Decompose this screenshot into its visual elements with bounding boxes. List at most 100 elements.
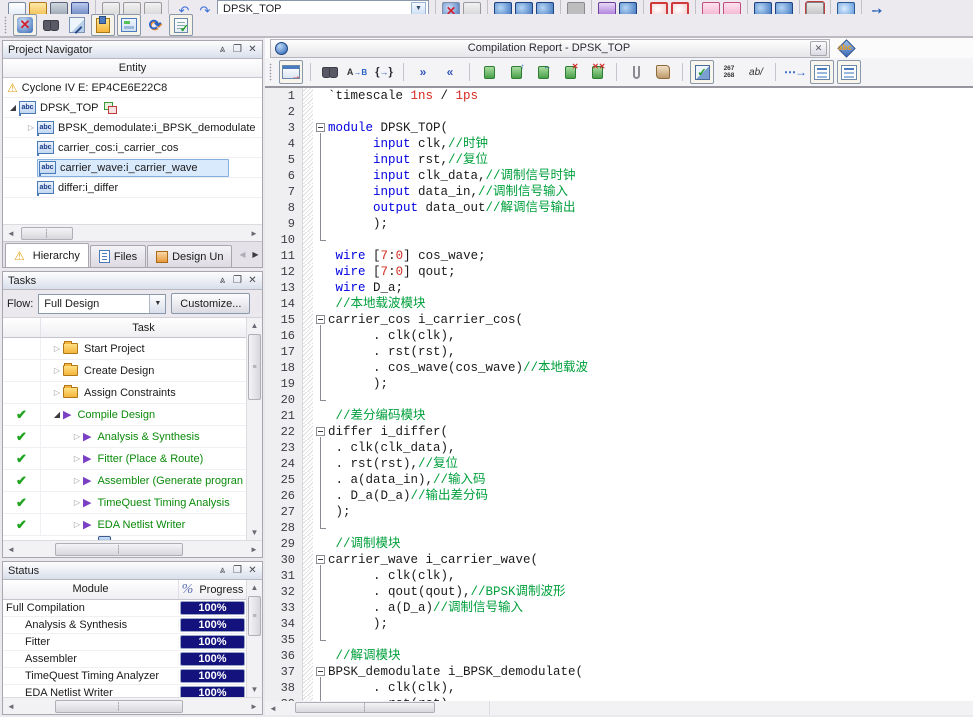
attach-note-icon[interactable]	[624, 60, 648, 84]
sphere-1-icon[interactable]	[494, 2, 512, 14]
forward-icon[interactable]: ➙	[868, 2, 886, 14]
save-all-icon[interactable]	[71, 2, 89, 14]
customize-button[interactable]: Customize...	[171, 293, 250, 314]
flow-combobox[interactable]: Full Design ▼	[38, 294, 166, 314]
bookmark-clear-all-icon[interactable]: ✕✕	[585, 60, 609, 84]
scroll-right-icon[interactable]: ►	[246, 226, 262, 241]
task-row[interactable]: ▷Assign Constraints	[3, 382, 246, 404]
fold-marker-icon[interactable]	[313, 664, 328, 680]
tree-arrow-icon[interactable]: ▷	[71, 476, 83, 485]
fold-marker-icon[interactable]	[313, 312, 328, 328]
status-row[interactable]: Analysis & Synthesis100%	[3, 617, 246, 634]
scroll-thumb[interactable]: ┆	[21, 227, 73, 240]
status-hscrollbar[interactable]: ◄ ┆ ►	[3, 697, 262, 714]
toolbar-grip[interactable]	[3, 16, 8, 34]
sphere-5-icon[interactable]	[775, 2, 793, 14]
scroll-left-icon[interactable]: ◄	[3, 226, 19, 241]
tree-arrow-icon[interactable]: ◢	[51, 410, 63, 419]
tree-item[interactable]: abcdiffer:i_differ	[3, 178, 262, 198]
save-icon[interactable]	[50, 2, 68, 14]
task-row[interactable]: ✔▷▶TimeQuest Timing Analysis	[3, 492, 246, 514]
tree-arrow-icon[interactable]: ▷	[51, 344, 63, 353]
close-icon[interactable]: ✕	[245, 43, 260, 57]
compilation-report-titlebar[interactable]: Compilation Report - DPSK_TOP ✕	[270, 39, 830, 58]
tree-item[interactable]: ◢abcDPSK_TOP	[3, 98, 262, 118]
scroll-thumb[interactable]: ┆	[55, 700, 183, 713]
scroll-thumb[interactable]: ≡	[248, 334, 261, 400]
scroll-thumb[interactable]: ┆	[295, 702, 435, 713]
scroll-thumb[interactable]: ┆	[55, 543, 183, 556]
status-row[interactable]: TimeQuest Timing Analyzer100%	[3, 668, 246, 685]
find-icon[interactable]	[39, 14, 63, 36]
tasks-vscrollbar[interactable]: ▲ ≡ ▼	[246, 318, 262, 540]
report-format-2-icon[interactable]	[837, 60, 861, 84]
tab-hierarchy[interactable]: ⚠Hierarchy	[5, 243, 89, 267]
tasks-hscrollbar[interactable]: ◄ ┆ ►	[3, 540, 262, 557]
editor-window-icon[interactable]	[279, 60, 303, 84]
task-row[interactable]: ✔▷▶Analysis & Synthesis	[3, 426, 246, 448]
brace-match-icon[interactable]: {→}	[372, 60, 396, 84]
pin-icon[interactable]: ⩓	[215, 43, 230, 57]
status-row[interactable]: Assembler100%	[3, 651, 246, 668]
sphere-4-icon[interactable]	[754, 2, 772, 14]
sphere-3-icon[interactable]	[536, 2, 554, 14]
attach-icon[interactable]	[102, 2, 120, 14]
editor-window-abc-icon[interactable]	[838, 40, 854, 56]
notes-icon[interactable]	[91, 14, 115, 36]
bookmark-prev-icon[interactable]: ←	[531, 60, 555, 84]
comment-slash-icon[interactable]: ab/	[744, 60, 768, 84]
tree-arrow-icon[interactable]: ▷	[51, 388, 63, 397]
bookmark-icon[interactable]	[477, 60, 501, 84]
programmer-icon[interactable]	[598, 2, 616, 14]
tab-scroll-left-icon[interactable]: ◀	[236, 245, 249, 265]
report-format-icon[interactable]	[810, 60, 834, 84]
pin-small-icon[interactable]	[463, 2, 481, 14]
check-syntax-icon[interactable]: ✓	[690, 60, 714, 84]
scroll-down-icon[interactable]: ▼	[247, 682, 262, 697]
tree-arrow-icon[interactable]: ▷	[51, 366, 63, 375]
replace-icon[interactable]: A→B	[345, 60, 369, 84]
task-row[interactable]: ✔▷▶EDA Netlist Writer	[3, 514, 246, 536]
tab-scroll-right-icon[interactable]: ▶	[249, 245, 262, 265]
status-vscrollbar[interactable]: ▲ ≡ ▼	[246, 580, 262, 697]
paste-block-icon[interactable]	[144, 2, 162, 14]
close-icon[interactable]: ✕	[810, 41, 827, 56]
status-row[interactable]: Fitter100%	[3, 634, 246, 651]
float-icon[interactable]: ❐	[230, 274, 245, 288]
fold-marker-icon[interactable]	[313, 552, 328, 568]
float-icon[interactable]: ❐	[230, 564, 245, 578]
refresh-icon[interactable]: ⟳	[143, 14, 167, 36]
assign-check-icon[interactable]	[619, 2, 637, 14]
editor-hscrollbar[interactable]: ◄ ┆	[265, 701, 490, 715]
waveform-1-icon[interactable]	[702, 2, 720, 14]
find-icon[interactable]	[318, 60, 342, 84]
new-file-icon[interactable]	[8, 2, 26, 14]
scroll-left-icon[interactable]: ◄	[3, 542, 19, 557]
copy-block-icon[interactable]	[123, 2, 141, 14]
tree-item[interactable]: abccarrier_wave:i_carrier_wave	[3, 158, 262, 178]
collapse-arrow-icon[interactable]: ▷	[25, 123, 37, 132]
bookmark-clear-icon[interactable]: ✕	[558, 60, 582, 84]
scroll-left-icon[interactable]: ◄	[265, 702, 281, 715]
tree-arrow-icon[interactable]: ▷	[71, 520, 83, 529]
redo-icon[interactable]: ↷	[196, 2, 214, 14]
insert-template-icon[interactable]	[651, 60, 675, 84]
scroll-up-icon[interactable]: ▲	[247, 580, 262, 595]
task-row[interactable]: ✔▷▶Fitter (Place & Route)	[3, 448, 246, 470]
fold-marker-icon[interactable]	[313, 424, 328, 440]
task-row[interactable]: ✔▷▶Assembler (Generate progran	[3, 470, 246, 492]
scroll-up-icon[interactable]: ▲	[247, 318, 262, 333]
fold-marker-icon[interactable]	[313, 120, 328, 136]
timing-clock-2-icon[interactable]	[671, 2, 689, 14]
sphere-2-icon[interactable]	[515, 2, 533, 14]
tree-arrow-icon[interactable]: ▷	[71, 432, 83, 441]
code-editor[interactable]: 1`timescale 1ns / 1ps23module DPSK_TOP(4…	[265, 88, 973, 701]
indent-icon[interactable]: »	[411, 60, 435, 84]
toolbar-grip[interactable]	[268, 63, 273, 81]
tab-design-un[interactable]: Design Un	[147, 245, 232, 267]
flow-arrow-icon[interactable]: ⋯→	[783, 60, 807, 84]
close-icon[interactable]: ✕	[245, 274, 260, 288]
timing-clock-1-icon[interactable]	[650, 2, 668, 14]
outdent-icon[interactable]: «	[438, 60, 462, 84]
tree-item-device[interactable]: ⚠Cyclone IV E: EP4CE6E22C8	[3, 78, 262, 98]
